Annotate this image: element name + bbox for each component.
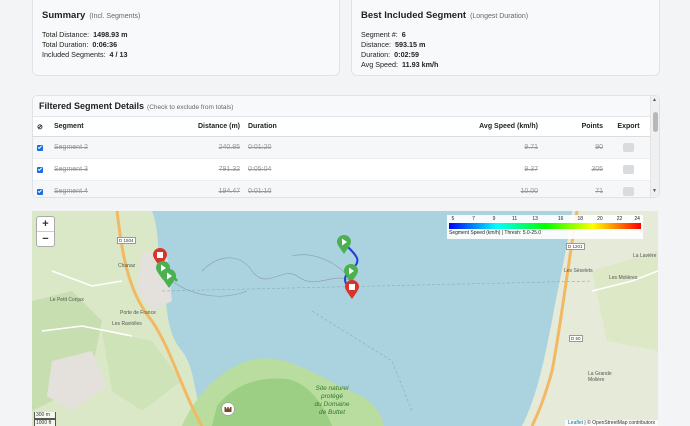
table-row: Segment 4 194.47 0:01:10 10.00 71 (33, 180, 650, 197)
segment-points: 71 (542, 180, 607, 197)
map-attribution: Leaflet | © OpenStreetMap contributors (565, 420, 658, 426)
segment-table-header: ⊘ Segment Distance (m) Duration Avg Spee… (33, 117, 650, 137)
exclude-checkbox[interactable] (37, 144, 43, 151)
export-icon[interactable] (623, 187, 634, 196)
place-label-raviolles: Les Raviolles (112, 321, 142, 327)
road-label-d50: D 50 (569, 335, 583, 342)
segment-details-header: Filtered Segment Details (Check to exclud… (33, 96, 659, 117)
legend-label: Segment Speed (km/h) | Thresh: 5.0-25.0 (449, 230, 542, 236)
legend-tick: 20 (597, 216, 603, 222)
legend-ticks: 5 7 9 11 13 16 18 20 22 24 (447, 216, 643, 222)
segment-name: Segment 4 (50, 180, 150, 197)
place-label-chanaz: Chanaz (118, 263, 136, 269)
segment-speed: 9.71 (394, 136, 542, 159)
legend-tick: 13 (532, 216, 538, 222)
summary-total-distance: Total Distance: 1498.93 m (42, 30, 128, 39)
scrollbar-thumb[interactable] (652, 112, 658, 132)
legend-tick: 24 (634, 216, 640, 222)
place-label-molieres: Les Molières (609, 275, 638, 281)
segment-distance: 791.32 (150, 158, 244, 181)
best-segment-note: (Longest Duration) (470, 13, 529, 20)
segment-name: Segment 2 (50, 136, 150, 159)
exclude-checkbox[interactable] (37, 166, 43, 173)
export-column-header: Export (607, 117, 650, 137)
duration-column-header[interactable]: Duration (244, 117, 394, 137)
start-marker-icon[interactable] (162, 269, 176, 289)
zoom-out-button[interactable]: − (37, 232, 54, 246)
place-label-seselets: Les Séselets (564, 268, 593, 274)
legend-tick: 5 (451, 216, 455, 222)
segment-distance: 240.85 (150, 136, 244, 159)
summary-card: Summary (Incl. Segments) Total Distance: 1… (32, 0, 340, 76)
segment-name: Segment 3 (50, 158, 150, 181)
segment-duration: 0:01:10 (244, 180, 394, 197)
segment-column-header[interactable]: Segment (50, 117, 150, 137)
legend-tick: 7 (472, 216, 475, 222)
scroll-up-icon[interactable]: ▲ (652, 97, 657, 103)
place-label-conjux: Le Petit Conjux (50, 297, 84, 303)
segment-speed: 9.37 (394, 158, 542, 181)
table-scrollbar[interactable]: ▲ ▼ (650, 96, 659, 197)
segment-points: 90 (542, 136, 607, 159)
zoom-control: + − (36, 216, 55, 247)
best-segment-title: Best Included Segment (Longest Duration) (361, 10, 529, 21)
export-icon[interactable] (623, 165, 634, 174)
legend-tick: 9 (492, 216, 496, 222)
road-label-d1504: D 1504 (117, 237, 136, 244)
segment-points: 305 (542, 158, 607, 181)
osm-attribution[interactable]: | © OpenStreetMap contributors (584, 420, 655, 426)
leaflet-link[interactable]: Leaflet (568, 420, 583, 426)
exclude-column-header: ⊘ (33, 117, 50, 137)
block-icon: ⊘ (37, 123, 43, 131)
summary-total-duration: Total Duration: 0:06:36 (42, 40, 118, 49)
zoom-in-button[interactable]: + (37, 217, 54, 232)
legend-gradient (449, 223, 641, 229)
scale-imperial: 1000 ft (34, 419, 56, 426)
segment-details-panel: Filtered Segment Details (Check to exclud… (32, 95, 660, 198)
table-row: Segment 3 791.32 0:05:04 9.37 305 (33, 158, 650, 181)
best-segment-duration: Duration: 0:02:59 (361, 50, 419, 59)
best-segment-distance: Distance: 593.15 m (361, 40, 426, 49)
segment-details-note: (Check to exclude from totals) (147, 104, 234, 111)
start-marker-icon[interactable] (337, 235, 351, 255)
end-marker-icon[interactable] (345, 280, 359, 300)
best-segment-card: Best Included Segment (Longest Duration) … (351, 0, 660, 76)
road-label-d1201: D 1201 (566, 243, 585, 250)
export-icon[interactable] (623, 143, 634, 152)
place-label-laviere: La Lavière (633, 253, 657, 259)
segment-distance: 194.47 (150, 180, 244, 197)
table-row: Segment 2 240.85 0:01:20 9.71 90 (33, 136, 650, 159)
legend-tick: 11 (512, 216, 518, 222)
segment-speed: 10.00 (394, 180, 542, 197)
scroll-down-icon[interactable]: ▼ (652, 188, 657, 194)
speed-legend: 5 7 9 11 13 16 18 20 22 24 Segment Speed… (447, 215, 643, 239)
legend-tick: 22 (616, 216, 623, 222)
best-segment-number: Segment #: 6 (361, 30, 406, 39)
castle-icon (221, 402, 235, 416)
summary-included-segments: Included Segments: 4 / 13 (42, 50, 128, 59)
park-label: Site naturel protégé du Domaine de Butte… (314, 385, 350, 416)
best-segment-avg-speed: Avg Speed: 11.93 km/h (361, 60, 439, 69)
distance-column-header[interactable]: Distance (m) (150, 117, 244, 137)
place-label-porte-de-france: Porte de France (120, 310, 156, 316)
segment-table: ⊘ Segment Distance (m) Duration Avg Spee… (33, 117, 650, 197)
place-label-grande-moliere: La Grande Molière (588, 371, 612, 383)
summary-note: (Incl. Segments) (89, 13, 141, 20)
speed-column-header[interactable]: Avg Speed (km/h) (394, 117, 542, 137)
map-view[interactable]: D 1504 D 1201 D 50 Chanaz Porte de Franc… (32, 211, 658, 426)
scale-bar: 300 m 1000 ft (34, 412, 56, 426)
segment-details-title: Filtered Segment Details (39, 101, 145, 111)
legend-tick: 16 (557, 216, 564, 222)
legend-tick: 18 (577, 216, 584, 222)
points-column-header[interactable]: Points (542, 117, 607, 137)
segment-duration: 0:05:04 (244, 158, 394, 181)
exclude-checkbox[interactable] (37, 188, 43, 195)
summary-title: Summary (Incl. Segments) (42, 10, 141, 21)
segment-duration: 0:01:20 (244, 136, 394, 159)
scale-metric: 300 m (34, 412, 56, 419)
